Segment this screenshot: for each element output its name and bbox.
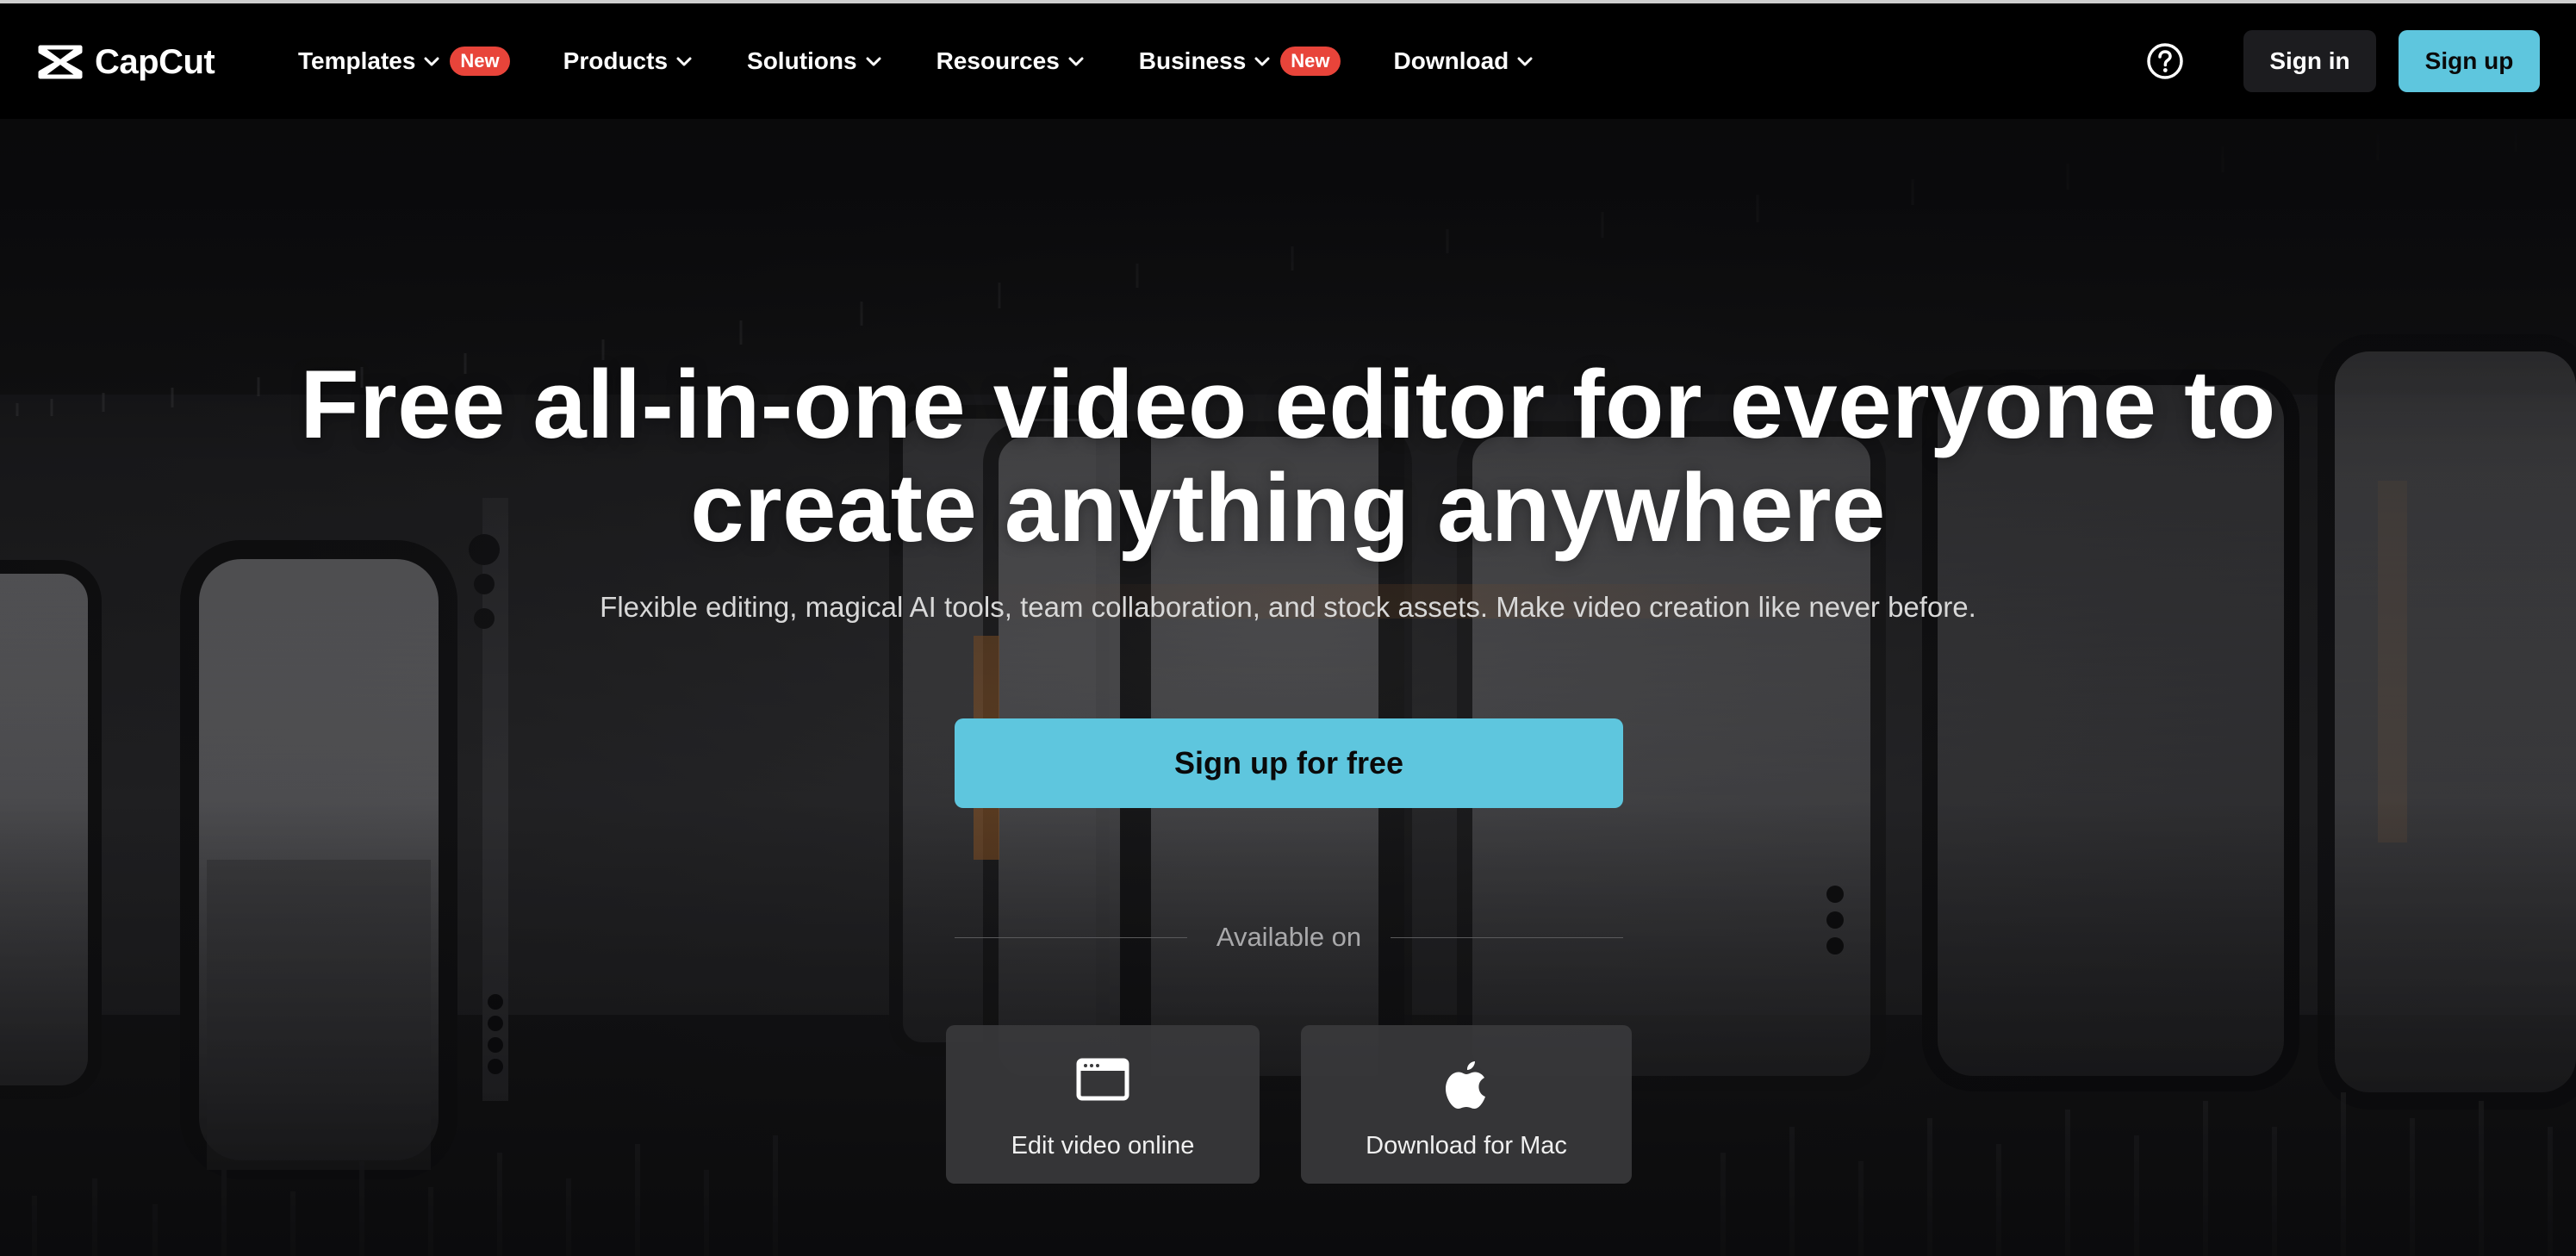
capcut-logo[interactable]: CapCut <box>38 41 215 83</box>
hero-headline-line-2: create anything anywhere <box>690 454 1886 562</box>
nav-templates-label: Templates <box>298 47 416 74</box>
brand-name: CapCut <box>95 42 215 81</box>
download-for-mac-label: Download for Mac <box>1366 1132 1567 1160</box>
chevron-down-icon <box>1517 57 1533 66</box>
nav-products-label: Products <box>563 47 669 74</box>
hero-section: Free all-in-one video editor for everyon… <box>0 119 2576 1256</box>
sign-up-for-free-button[interactable]: Sign up for free <box>955 718 1623 808</box>
chevron-down-icon <box>424 57 439 66</box>
nav-solutions[interactable]: Solutions <box>747 35 883 87</box>
browser-window-icon <box>1076 1058 1129 1101</box>
nav-resources-label: Resources <box>936 47 1060 74</box>
edit-video-online-button[interactable]: Edit video online <box>946 1025 1260 1184</box>
new-badge: New <box>1280 47 1341 76</box>
available-on-label: Available on <box>1216 922 1362 952</box>
edit-video-online-label: Edit video online <box>1011 1132 1195 1160</box>
hero-headline: Free all-in-one video editor for everyon… <box>0 353 2576 560</box>
apple-icon <box>1446 1061 1485 1109</box>
nav-templates[interactable]: Templates New <box>298 35 510 87</box>
download-for-mac-button[interactable]: Download for Mac <box>1301 1025 1632 1184</box>
nav-products[interactable]: Products <box>563 35 694 87</box>
available-on-divider: Available on <box>955 920 1623 954</box>
hero-headline-line-1: Free all-in-one video editor for everyon… <box>300 351 2276 458</box>
nav-business-label: Business <box>1138 47 1247 74</box>
nav-download[interactable]: Download <box>1394 35 1535 87</box>
hero-background-video <box>0 119 2576 1256</box>
nav-download-label: Download <box>1393 47 1509 74</box>
account-actions: Sign in Sign up <box>2145 3 2540 119</box>
divider-line-right <box>1391 936 1623 938</box>
nav-resources[interactable]: Resources <box>936 35 1086 87</box>
nav-business[interactable]: Business New <box>1139 35 1341 87</box>
divider-line-left <box>955 936 1187 938</box>
help-icon[interactable] <box>2145 41 2185 81</box>
new-badge: New <box>450 47 510 76</box>
chevron-down-icon <box>1068 57 1084 66</box>
top-navigation-bar: CapCut Templates New Products Solutions … <box>0 0 2576 119</box>
main-menu: Templates New Products Solutions Resourc… <box>298 3 1588 119</box>
chevron-down-icon <box>1254 57 1270 66</box>
hero-subtitle: Flexible editing, magical AI tools, team… <box>600 591 1976 623</box>
sign-up-button[interactable]: Sign up <box>2399 30 2540 92</box>
capcut-logo-icon <box>38 45 83 79</box>
nav-solutions-label: Solutions <box>747 47 857 74</box>
chevron-down-icon <box>866 57 881 66</box>
chevron-down-icon <box>676 57 692 66</box>
sign-in-button[interactable]: Sign in <box>2243 30 2376 92</box>
